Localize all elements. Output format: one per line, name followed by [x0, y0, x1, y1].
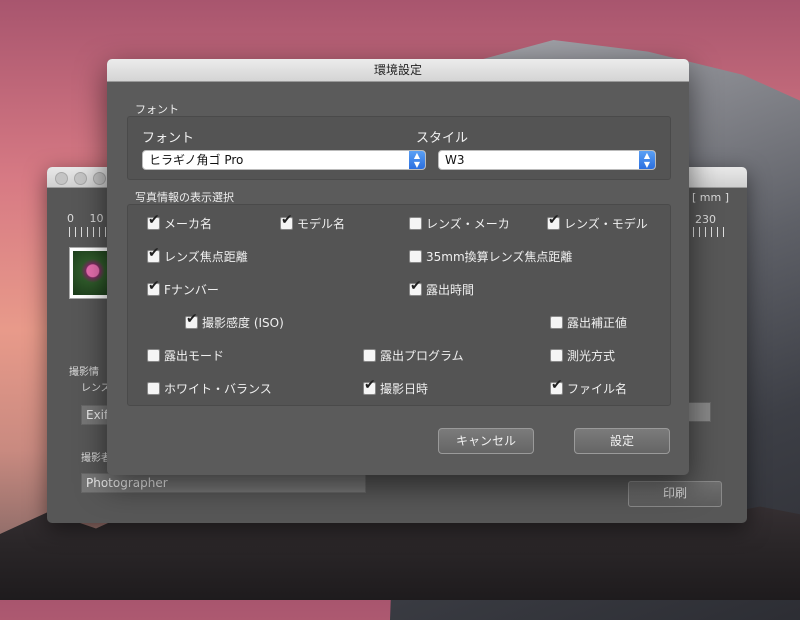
checkmark-icon: ✔	[551, 377, 563, 393]
checkbox[interactable]: ✔	[185, 312, 198, 329]
info-checkbox-item[interactable]: 露出プログラム	[363, 347, 464, 364]
zoom-traffic-light[interactable]	[93, 172, 106, 185]
updown-arrow-icon: ▲ ▼	[639, 151, 655, 169]
ruler-tick-label: 10	[89, 212, 104, 225]
ruler-tick-label-right: 230	[695, 213, 716, 226]
font-select-value: ヒラギノ角ゴ Pro	[149, 153, 244, 167]
info-checkbox-item[interactable]: 測光方式	[550, 347, 615, 364]
cancel-button[interactable]: キャンセル	[438, 428, 534, 454]
checkbox[interactable]: ✔	[550, 378, 563, 395]
checkmark-icon: ✔	[410, 278, 422, 294]
flower-image	[73, 251, 109, 295]
close-traffic-light[interactable]	[55, 172, 68, 185]
info-checkbox-item[interactable]: ✔ Fナンバー	[147, 279, 219, 298]
checkbox[interactable]: ✔	[409, 279, 422, 296]
checkbox[interactable]	[147, 349, 160, 362]
ruler-left: 0 10	[67, 212, 104, 225]
info-panel: ✔ メーカ名 ✔ モデル名 レンズ・メーカ ✔ レンズ・モデル ✔ レンズ焦点距離 35mm換算レ…	[127, 204, 671, 406]
info-checkbox-item[interactable]: ✔ 撮影感度 (ISO)	[185, 312, 284, 331]
checkbox[interactable]	[550, 349, 563, 362]
checkbox[interactable]: ✔	[280, 213, 293, 230]
print-button[interactable]: 印刷	[628, 481, 722, 507]
info-checkbox-item[interactable]: ✔ モデル名	[280, 213, 346, 232]
checkbox-label: ホワイト・バランス	[164, 382, 272, 396]
checkbox-label: 撮影感度 (ISO)	[202, 316, 284, 330]
checkmark-icon: ✔	[364, 377, 376, 393]
preferences-dialog: 環境設定 フォント フォント スタイル ヒラギノ角ゴ Pro ▲ ▼ W3 ▲ ▼ …	[107, 59, 689, 475]
checkmark-icon: ✔	[186, 311, 198, 327]
info-checkbox-item[interactable]: 露出モード	[147, 347, 224, 364]
ruler-unit-label: [ mm ]	[692, 191, 730, 204]
font-panel: フォント スタイル ヒラギノ角ゴ Pro ▲ ▼ W3 ▲ ▼	[127, 116, 671, 180]
checkmark-icon: ✔	[548, 212, 560, 228]
ok-button[interactable]: 設定	[574, 428, 670, 454]
info-checkbox-item[interactable]: ✔ レンズ・モデル	[547, 213, 648, 232]
checkbox-label: ファイル名	[567, 382, 628, 396]
checkbox[interactable]	[363, 349, 376, 362]
font-group-label: フォント	[135, 103, 179, 116]
font-select[interactable]: ヒラギノ角ゴ Pro ▲ ▼	[142, 150, 426, 170]
checkbox[interactable]: ✔	[363, 378, 376, 395]
checkbox[interactable]: ✔	[147, 246, 160, 263]
info-checkbox-item[interactable]: ホワイト・バランス	[147, 380, 272, 397]
style-select[interactable]: W3 ▲ ▼	[438, 150, 656, 170]
info-checkbox-item[interactable]: ✔ ファイル名	[550, 378, 628, 397]
checkbox-label: レンズ・モデル	[564, 217, 648, 231]
checkbox[interactable]: ✔	[147, 279, 160, 296]
minimize-traffic-light[interactable]	[74, 172, 87, 185]
info-checkbox-item[interactable]: ✔ メーカ名	[147, 213, 213, 232]
font-column-label: フォント	[142, 131, 195, 146]
shooting-info-label: 撮影情	[69, 367, 99, 378]
checkmark-icon: ✔	[281, 212, 293, 228]
checkbox-label: 露出プログラム	[380, 349, 464, 363]
info-checkbox-item[interactable]: レンズ・メーカ	[409, 215, 510, 232]
checkbox[interactable]	[147, 382, 160, 395]
info-checkbox-item[interactable]: 露出補正値	[550, 314, 627, 331]
ruler-tick-label: 0	[67, 212, 74, 225]
checkbox-label: 露出補正値	[567, 316, 628, 330]
checkbox-label: 露出モード	[164, 349, 225, 363]
checkbox-label: レンズ焦点距離	[164, 250, 248, 264]
photographer-field[interactable]: Photographer	[81, 473, 366, 493]
info-checkbox-item[interactable]: 35mm換算レンズ焦点距離	[409, 248, 572, 265]
ruler-ticks-left	[69, 227, 109, 237]
small-field[interactable]	[687, 402, 711, 422]
checkbox-label: 撮影日時	[380, 382, 429, 396]
checkbox-label: メーカ名	[164, 217, 213, 231]
info-checkbox-item[interactable]: ✔ 撮影日時	[363, 378, 429, 397]
checkbox-label: 露出時間	[426, 283, 475, 297]
checkbox-label: 測光方式	[567, 349, 616, 363]
ruler-ticks-right	[687, 227, 729, 237]
checkbox[interactable]	[409, 250, 422, 263]
checkbox[interactable]	[409, 217, 422, 230]
checkbox-label: モデル名	[297, 217, 346, 231]
checkbox-label: 35mm換算レンズ焦点距離	[426, 250, 573, 264]
checkbox[interactable]: ✔	[147, 213, 160, 230]
checkbox[interactable]	[550, 316, 563, 329]
checkmark-icon: ✔	[148, 245, 160, 261]
checkbox-label: レンズ・メーカ	[426, 217, 510, 231]
checkbox-label: Fナンバー	[164, 283, 219, 297]
checkbox[interactable]: ✔	[547, 213, 560, 230]
style-column-label: スタイル	[416, 131, 469, 146]
info-checkbox-item[interactable]: ✔ レンズ焦点距離	[147, 246, 248, 265]
updown-arrow-icon: ▲ ▼	[409, 151, 425, 169]
checkmark-icon: ✔	[148, 278, 160, 294]
info-checkbox-item[interactable]: ✔ 露出時間	[409, 279, 475, 298]
info-group-label: 写真情報の表示選択	[135, 191, 234, 204]
style-select-value: W3	[445, 153, 465, 167]
dialog-title: 環境設定	[107, 59, 689, 82]
checkmark-icon: ✔	[148, 212, 160, 228]
